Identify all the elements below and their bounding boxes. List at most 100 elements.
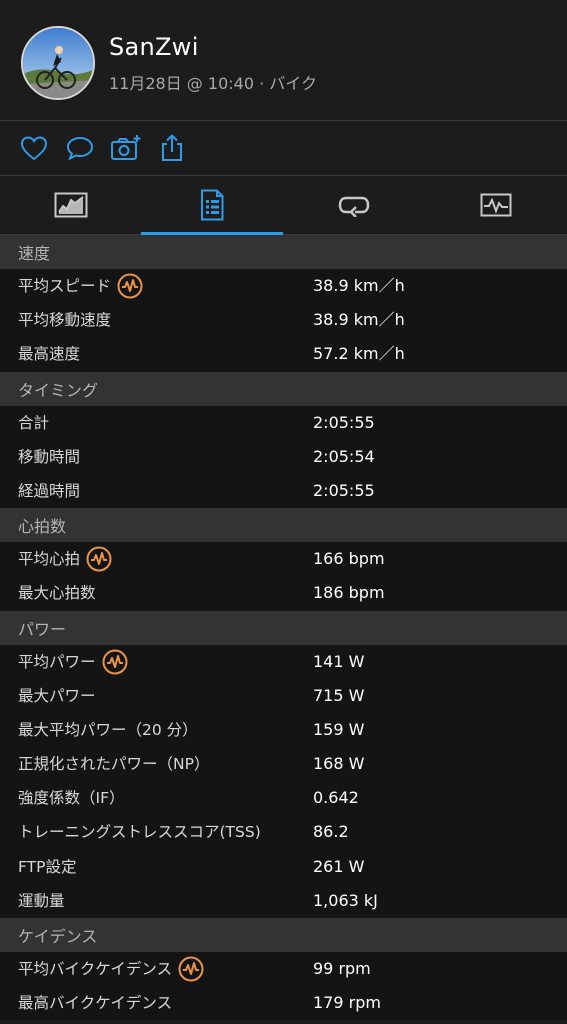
stat-label: 最大心拍数: [18, 584, 96, 603]
stat-value: 99 rpm: [313, 959, 371, 978]
stat-row: 強度係数（IF） 0.642: [0, 781, 567, 816]
section-header: タイミング: [0, 371, 567, 406]
stat-row: 合計 2:05:55: [0, 405, 567, 440]
tab-stats[interactable]: [141, 176, 283, 234]
stat-label: 合計: [18, 413, 50, 432]
stat-label: 最高バイクケイデンス: [18, 994, 173, 1013]
selected-tab-indicator: [141, 232, 283, 235]
stat-value: 261 W: [313, 856, 365, 876]
avatar-photo-icon: [23, 28, 93, 98]
stat-label: 平均心拍: [18, 550, 81, 569]
performance-badge-icon[interactable]: [102, 649, 128, 675]
stat-label: FTP設定: [18, 857, 77, 876]
add-photo-icon[interactable]: [110, 133, 141, 163]
stat-label-container: トレーニングストレススコア(TSS): [18, 815, 261, 849]
stat-label: トレーニングストレススコア(TSS): [18, 823, 261, 842]
stat-row: 運動量 1,063 kJ: [0, 883, 567, 918]
stat-value: 38.9 km／h: [313, 276, 405, 295]
stat-label-container: 最大パワー: [18, 679, 96, 713]
stat-label: 最高速度: [18, 345, 81, 364]
stats-icon: [201, 189, 224, 221]
stat-row: 平均バイクケイデンス 99 rpm: [0, 952, 567, 987]
stat-label-container: 強度係数（IF）: [18, 781, 125, 815]
stat-label: 平均バイクケイデンス: [18, 960, 173, 978]
tab-overview[interactable]: [0, 176, 141, 234]
stat-label-container: 移動時間: [18, 440, 80, 474]
stat-value: 38.9 km／h: [313, 310, 405, 330]
charts-icon: [480, 193, 512, 217]
stat-value: 1,063 kJ: [313, 890, 378, 910]
stat-label-container: 運動量: [18, 884, 65, 918]
stat-label-container: 最高バイクケイデンス: [18, 986, 172, 1020]
stat-row: 平均心拍 166 bpm: [0, 542, 567, 577]
performance-badge-icon[interactable]: [178, 956, 204, 982]
stat-value: 186 bpm: [313, 583, 385, 603]
stat-label: 最大パワー: [18, 686, 96, 705]
stat-label: 平均スピード: [18, 277, 112, 295]
stat-value: 179 rpm: [313, 993, 381, 1013]
laps-icon: [338, 196, 370, 217]
stat-row: FTP設定 261 W: [0, 849, 567, 884]
avatar[interactable]: [21, 26, 95, 100]
tab-bar: [0, 176, 567, 235]
stat-label-container: 平均スピード: [18, 269, 143, 303]
stat-label: 運動量: [18, 891, 65, 910]
stat-value: 2:05:55: [313, 480, 375, 500]
stat-label: 最大平均パワー（20 分）: [18, 720, 198, 739]
performance-badge-icon[interactable]: [117, 273, 143, 299]
stat-label-container: 平均パワー: [18, 645, 128, 679]
stat-value: 141 W: [313, 651, 365, 671]
stat-row: 移動時間 2:05:54: [0, 439, 567, 474]
stat-label-container: 最大心拍数: [18, 576, 96, 610]
stat-row: 最大心拍数 186 bpm: [0, 576, 567, 611]
stats-list: 速度平均スピード 38.9 km／h 平均移動速度 38.9 km／h 最高速度 57.2…: [0, 235, 567, 1021]
stat-label-container: 平均心拍: [18, 542, 112, 576]
stat-row: 最大平均パワー（20 分） 159 W: [0, 712, 567, 748]
stat-label: 平均移動速度: [18, 311, 112, 330]
activity-header: SanZwi 11月28日 @ 10:40 · バイク: [0, 0, 567, 120]
section-header: 速度: [0, 235, 567, 269]
stat-label-container: 合計: [18, 406, 49, 440]
stat-row: 平均スピード 38.9 km／h: [0, 269, 567, 304]
stat-row: 最高速度 57.2 km／h: [0, 337, 567, 372]
stat-value: 168 W: [313, 754, 365, 774]
stat-label-container: FTP設定: [18, 850, 76, 884]
section-header: ケイデンス: [0, 918, 567, 952]
stat-label: 移動時間: [18, 447, 81, 466]
stat-value: 166 bpm: [313, 549, 385, 569]
tab-laps[interactable]: [283, 176, 425, 234]
athlete-name[interactable]: SanZwi: [109, 33, 199, 61]
performance-badge-icon[interactable]: [86, 546, 112, 572]
stat-label: 強度係数（IF）: [18, 789, 125, 808]
activity-meta: 11月28日 @ 10:40 · バイク: [109, 74, 317, 93]
stat-label-container: 正規化されたパワー（NP）: [18, 747, 209, 781]
stat-label: 正規化されたパワー（NP）: [18, 755, 210, 774]
stat-label-container: 最大平均パワー（20 分）: [18, 713, 198, 747]
stat-label-container: 平均移動速度: [18, 303, 111, 337]
stat-value: 57.2 km／h: [313, 344, 405, 364]
section-header: 心拍数: [0, 508, 567, 543]
stat-value: 2:05:55: [313, 412, 375, 432]
stat-value: 715 W: [313, 685, 365, 705]
like-icon[interactable]: [19, 133, 49, 163]
stat-row: トレーニングストレススコア(TSS) 86.2: [0, 815, 567, 850]
overview-icon: [54, 192, 87, 218]
tab-charts[interactable]: [425, 176, 567, 234]
comment-icon[interactable]: [65, 133, 95, 163]
stat-row: 経過時間 2:05:55: [0, 473, 567, 509]
stat-value: 159 W: [313, 719, 365, 739]
action-bar: [0, 121, 567, 175]
stat-row: 正規化されたパワー（NP） 168 W: [0, 747, 567, 782]
stat-row: 平均パワー 141 W: [0, 644, 567, 679]
stat-value: 2:05:54: [313, 446, 375, 466]
section-header: パワー: [0, 610, 567, 645]
stat-row: 平均移動速度 38.9 km／h: [0, 303, 567, 338]
stat-label-container: 経過時間: [18, 474, 80, 508]
stat-label-container: 最高速度: [18, 337, 80, 371]
stat-label: 平均パワー: [18, 652, 96, 671]
stat-value: 86.2: [313, 822, 349, 842]
stat-label: 経過時間: [18, 481, 81, 500]
stat-value: 0.642: [313, 788, 359, 808]
stat-row: 最大パワー 715 W: [0, 678, 567, 713]
share-icon[interactable]: [157, 133, 187, 163]
